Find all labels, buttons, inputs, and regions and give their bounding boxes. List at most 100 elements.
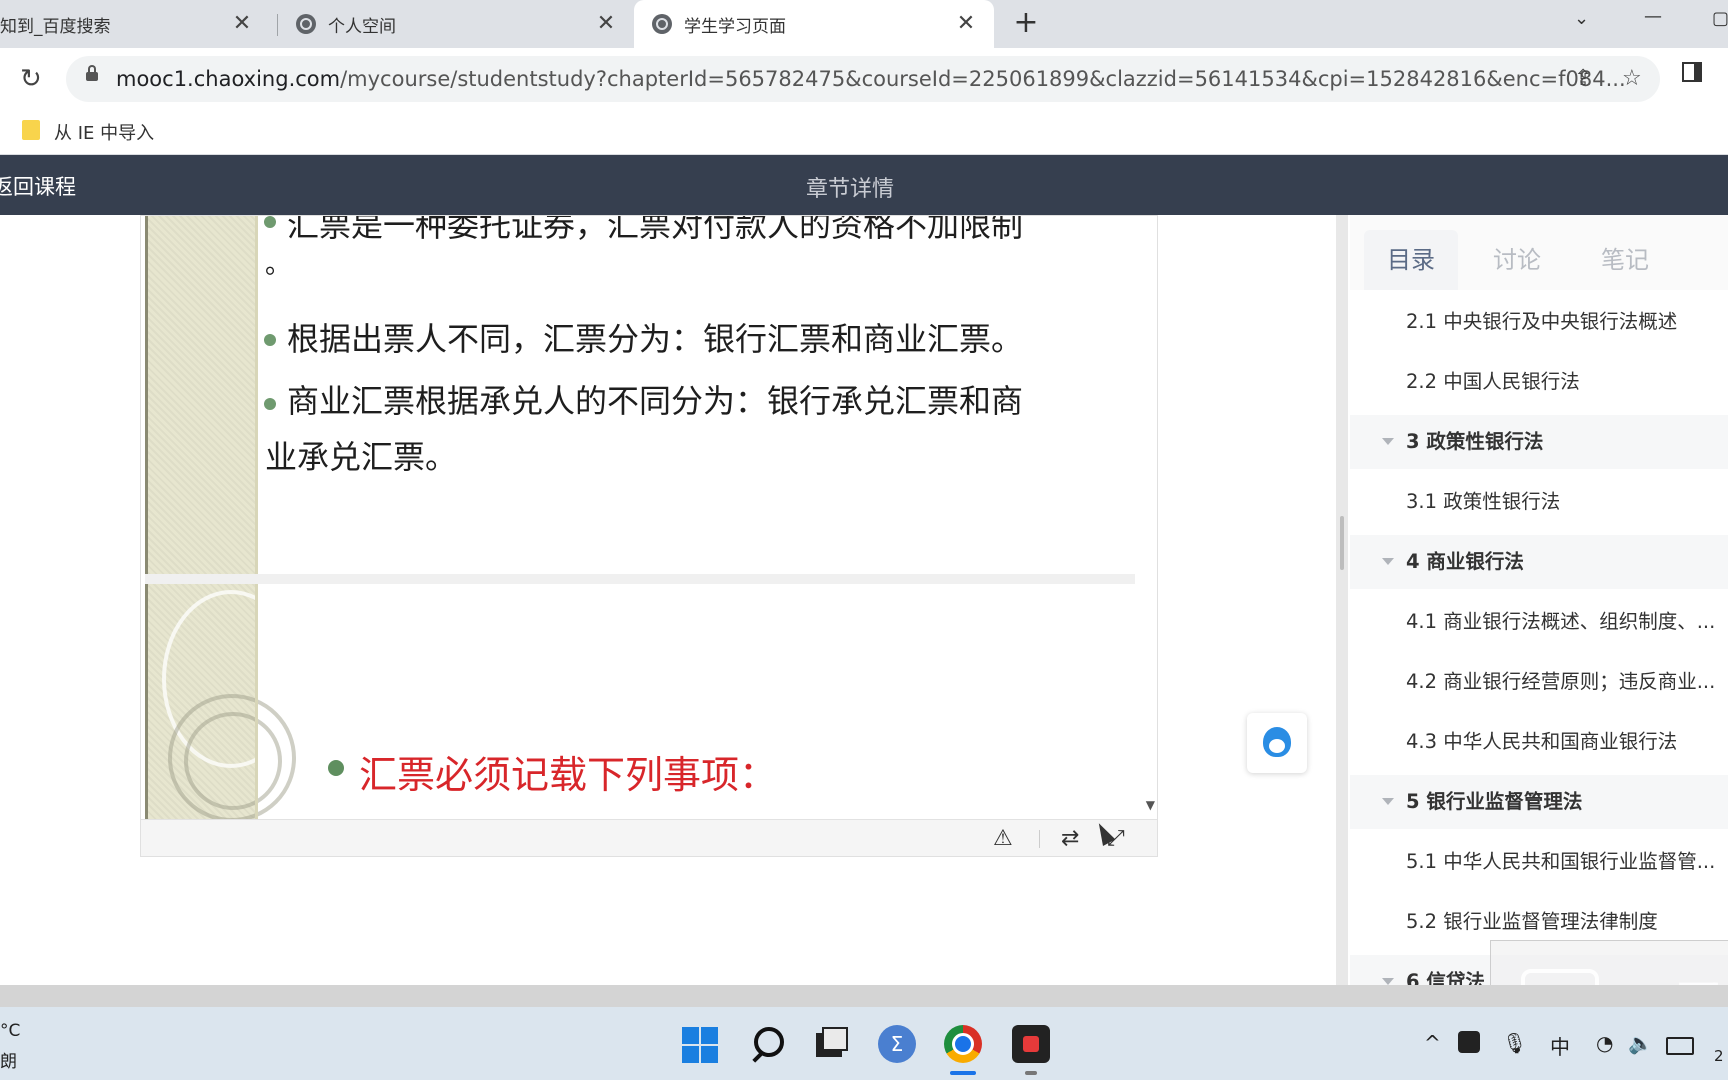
bookmark-import-ie[interactable]: 从 IE 中导入 — [54, 119, 154, 145]
windows-logo-pane — [682, 1046, 699, 1063]
active-app-indicator — [950, 1071, 976, 1075]
tab-student-study[interactable]: 学生学习页面 ✕ — [634, 0, 994, 48]
search-icon[interactable] — [750, 1025, 788, 1063]
new-tab-button[interactable]: + — [1010, 8, 1042, 40]
switch-icon[interactable]: ⇄ — [1061, 826, 1079, 851]
tab-close-icon[interactable]: ✕ — [230, 12, 254, 36]
document-viewer: 汇票是一种委托证券，汇票对付款人的资格不加限制 。 根据出票人不同，汇票分为：银… — [140, 215, 1158, 857]
browser-tab-bar: 知到_百度搜索 ✕ 个人空间 ✕ 学生学习页面 ✕ + ⌄ — ▢ — [0, 0, 1728, 48]
panel-resizer[interactable] — [1336, 215, 1348, 985]
toc-label: 4.2 商业银行经营原则；违反商业... — [1406, 670, 1716, 693]
windows-start-icon[interactable] — [681, 1025, 719, 1063]
slide-decor-strip — [145, 584, 300, 827]
tray-overflow-icon[interactable]: ^ — [1424, 1031, 1441, 1055]
toc-chapter[interactable]: 3 政策性银行法 — [1350, 415, 1728, 469]
assistant-button[interactable] — [1247, 713, 1307, 773]
app-header: 返回课程 章节详情 — [0, 155, 1728, 215]
slide-text: 。 — [265, 250, 292, 280]
panel-tabs: 目录 讨论 笔记 — [1350, 215, 1728, 290]
url-host: mooc1.chaoxing.com — [116, 67, 341, 91]
slide-text: 商业汇票根据承兑人的不同分为：银行承兑汇票和商 — [287, 382, 1024, 420]
slide: 汇票是一种委托证券，汇票对付款人的资格不加限制 。 根据出票人不同，汇票分为：银… — [145, 216, 1135, 574]
url-text[interactable]: mooc1.chaoxing.com/mycourse/studentstudy… — [116, 67, 1626, 91]
chrome-icon[interactable] — [944, 1025, 982, 1063]
toc-item[interactable]: 2.1 中央银行及中央银行法概述 — [1350, 295, 1728, 349]
report-warning-icon[interactable]: ⚠ — [993, 826, 1013, 851]
lock-icon[interactable] — [86, 65, 98, 81]
wifi-icon[interactable]: ◔ — [1596, 1031, 1613, 1055]
tab-close-icon[interactable]: ✕ — [594, 12, 618, 36]
bookmarks-bar: 从 IE 中导入 — [0, 110, 1728, 155]
reload-icon[interactable]: ↻ — [20, 64, 42, 94]
browser-toolbar: ↻ mooc1.chaoxing.com/mycourse/studentstu… — [0, 48, 1728, 110]
tab-divider — [277, 14, 278, 36]
clock-text[interactable]: 2 — [1714, 1047, 1724, 1065]
side-panel-icon[interactable] — [1682, 62, 1702, 82]
assistant-face — [1269, 739, 1285, 753]
slide-text: 汇票是一种委托证券，汇票对付款人的资格不加限制 — [287, 216, 1024, 244]
tab-baidu-search[interactable]: 知到_百度搜索 ✕ — [0, 0, 270, 48]
bullet-dot — [264, 216, 276, 228]
toc-item[interactable]: 4.3 中华人民共和国商业银行法 — [1350, 715, 1728, 769]
toc-item[interactable]: 4.1 商业银行法概述、组织制度、... — [1350, 595, 1728, 649]
tab-catalog[interactable]: 目录 — [1364, 230, 1458, 290]
bookmark-star-icon[interactable]: ☆ — [1622, 66, 1642, 91]
running-app-indicator — [1025, 1071, 1037, 1075]
slide-text: 业承兑汇票。 — [265, 438, 458, 476]
weather-temperature[interactable]: °C — [0, 1021, 20, 1041]
slide-text: 根据出票人不同，汇票分为：银行汇票和商业汇票。 — [287, 320, 1024, 358]
weather-description[interactable]: 朗 — [0, 1047, 17, 1072]
tab-title: 个人空间 — [328, 16, 396, 37]
viewer-toolbar: ⚠ ⇄ ⤢ — [141, 819, 1157, 856]
url-path: /mycourse/studentstudy?chapterId=5657824… — [340, 67, 1626, 91]
caret-down-icon[interactable] — [1382, 438, 1394, 445]
task-view-icon[interactable] — [812, 1025, 850, 1063]
panel-grip-handle[interactable] — [1340, 516, 1344, 570]
globe-icon — [652, 14, 672, 34]
caret-down-icon[interactable] — [1382, 798, 1394, 805]
slide-separator — [145, 574, 1135, 584]
toc-chapter[interactable]: 5 银行业监督管理法 — [1350, 775, 1728, 829]
toc-label: 4.3 中华人民共和国商业银行法 — [1406, 730, 1678, 753]
windows-logo-pane — [701, 1027, 718, 1044]
volume-icon[interactable]: 🔈 — [1628, 1031, 1653, 1055]
tab-search-chevron-icon[interactable]: ⌄ — [1574, 8, 1589, 29]
toc-label: 2.1 中央银行及中央银行法概述 — [1406, 310, 1678, 333]
horizontal-scrollbar[interactable] — [0, 985, 1728, 1007]
toc-item[interactable]: 4.2 商业银行经营原则；违反商业... — [1350, 655, 1728, 709]
share-icon[interactable]: ⇪ — [1574, 66, 1592, 91]
caret-down-icon[interactable] — [1382, 978, 1394, 985]
scroll-down-arrow-icon[interactable]: ▼ — [1146, 798, 1155, 812]
toc-item[interactable]: 5.1 中华人民共和国银行业监督管... — [1350, 835, 1728, 889]
minimize-icon[interactable]: — — [1644, 6, 1662, 27]
tab-notes[interactable]: 笔记 — [1578, 230, 1672, 290]
page-title: 章节详情 — [805, 177, 894, 202]
microphone-icon[interactable]: 🎙 — [1502, 1031, 1527, 1055]
screen-recorder-icon[interactable] — [1012, 1025, 1050, 1063]
tab-title: 知到_百度搜索 — [0, 16, 111, 37]
toc-label: 4.1 商业银行法概述、组织制度、... — [1406, 610, 1716, 633]
windows-taskbar: °C 朗 Σ ^ 🎙 中 ◔ 🔈 2 — [0, 1007, 1728, 1080]
toc-label: 3.1 政策性银行法 — [1406, 490, 1561, 513]
toc-chapter[interactable]: 4 商业银行法 — [1350, 535, 1728, 589]
toc-label: 5.1 中华人民共和国银行业监督管... — [1406, 850, 1716, 873]
recording-tray-icon[interactable] — [1458, 1031, 1480, 1053]
battery-icon[interactable] — [1666, 1037, 1694, 1055]
tab-personal-space[interactable]: 个人空间 ✕ — [284, 0, 634, 48]
toc-item[interactable]: 2.2 中国人民银行法 — [1350, 355, 1728, 409]
address-bar[interactable]: mooc1.chaoxing.com/mycourse/studentstudy… — [66, 56, 1660, 102]
tab-title: 学生学习页面 — [684, 16, 786, 37]
windows-logo-pane — [701, 1046, 718, 1063]
math-app-icon[interactable]: Σ — [878, 1025, 916, 1063]
bullet-dot — [328, 760, 344, 776]
maximize-icon[interactable]: ▢ — [1712, 8, 1728, 29]
slide-heading: 汇票必须记载下列事项： — [359, 753, 778, 797]
toc-item[interactable]: 3.1 政策性银行法 — [1350, 475, 1728, 529]
slide: 汇票必须记载下列事项： — [145, 584, 1135, 827]
ime-indicator[interactable]: 中 — [1550, 1031, 1570, 1060]
caret-down-icon[interactable] — [1382, 558, 1394, 565]
slide-divider — [255, 584, 258, 827]
tab-discussion[interactable]: 讨论 — [1470, 230, 1564, 290]
tab-close-icon[interactable]: ✕ — [954, 12, 978, 36]
bullet-dot — [264, 398, 276, 410]
